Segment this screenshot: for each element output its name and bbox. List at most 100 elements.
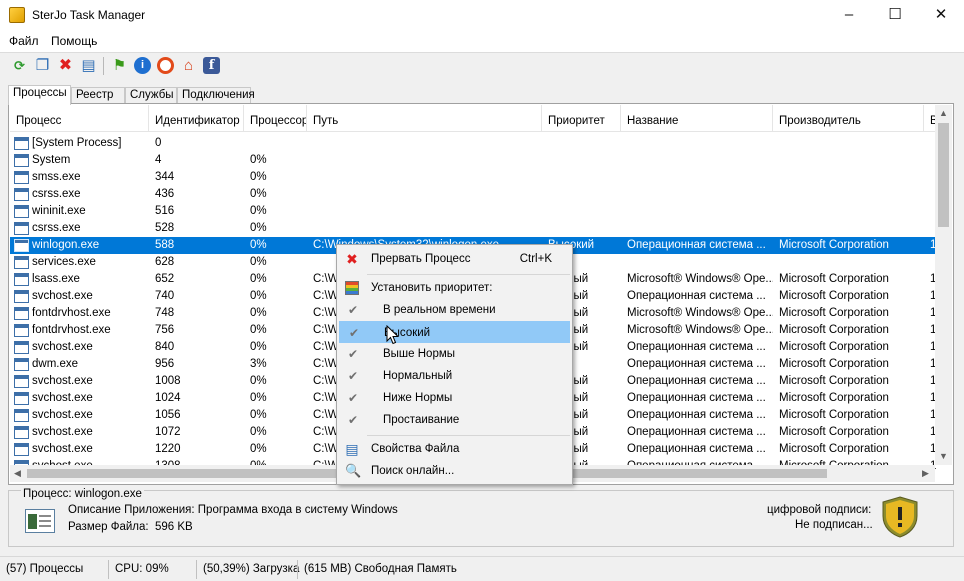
cell-vendor [773, 220, 924, 237]
scroll-right-icon[interactable]: ▶ [922, 468, 929, 479]
cell-name: fontdrvhost.exe [32, 307, 111, 319]
status-bar: (57) Процессы CPU: 09% (50,39%) Загрузка… [0, 556, 964, 581]
cell-path [307, 186, 542, 203]
window-title: SterJo Task Manager [32, 8, 146, 22]
cell-title: Операционная система ... [627, 392, 766, 404]
properties-icon[interactable]: ▤ [80, 57, 97, 74]
title-bar: SterJo Task Manager – ☐ ✕ [0, 0, 964, 31]
column-path[interactable]: Путь [307, 105, 542, 132]
cell-cpu: 0% [250, 239, 267, 251]
cell-pid: 1024 [155, 392, 181, 404]
menu-item-set-priority[interactable]: Установить приоритет: [339, 277, 570, 299]
table-row[interactable]: csrss.exe 528 0% [10, 220, 938, 237]
cell-pid: 344 [155, 171, 175, 183]
tab-services[interactable]: Службы [125, 87, 177, 104]
check-icon: ✔ [349, 326, 360, 340]
cell-vendor: Microsoft Corporation [779, 273, 889, 285]
close-button[interactable]: ✕ [918, 0, 964, 31]
cell-pid: 652 [155, 273, 175, 285]
refresh-icon[interactable]: ⟳ [11, 57, 28, 74]
cell-name: winlogon.exe [32, 239, 100, 251]
cell-title [621, 186, 773, 203]
minimize-button[interactable]: – [826, 0, 872, 31]
column-title[interactable]: Название [621, 105, 773, 132]
cell-pid: 1056 [155, 409, 181, 421]
menu-file[interactable]: Файл [9, 34, 39, 48]
menu-help[interactable]: Помощь [51, 34, 97, 48]
menu-item-search-online[interactable]: 🔍 Поиск онлайн... [339, 460, 570, 482]
cell-name: svchost.exe [32, 341, 93, 353]
cell-cpu: 0% [250, 154, 267, 166]
cell-pid: 1072 [155, 426, 181, 438]
windows-icon[interactable]: ❐ [34, 57, 51, 74]
table-row[interactable]: System 4 0% [10, 152, 938, 169]
cell-vendor: Microsoft Corporation [779, 239, 889, 251]
scroll-up-icon[interactable]: ▲ [939, 108, 948, 118]
cell-pid: 756 [155, 324, 175, 336]
status-separator [297, 560, 298, 579]
cell-vendor: Microsoft Corporation [779, 409, 889, 421]
kill-process-icon[interactable]: ✖ [57, 57, 74, 74]
cell-name: csrss.exe [32, 188, 81, 200]
column-pid[interactable]: Идентификатор [149, 105, 244, 132]
column-cpu[interactable]: Процессор [244, 105, 307, 132]
facebook-icon[interactable]: f [203, 57, 220, 74]
table-row[interactable]: csrss.exe 436 0% [10, 186, 938, 203]
cell-name: services.exe [32, 256, 96, 268]
menu-item-kill-process[interactable]: ✖ Прервать Процесс Ctrl+K [339, 248, 570, 270]
menu-item-priority-below-normal[interactable]: ✔ Ниже Нормы [339, 387, 570, 409]
menu-item-file-properties[interactable]: ▤ Свойства Файла [339, 438, 570, 460]
cell-pid: 516 [155, 205, 175, 217]
check-icon: ✔ [348, 391, 359, 405]
column-priority[interactable]: Приоритет [542, 105, 621, 132]
search-icon: 🔍 [345, 463, 362, 478]
cell-name: lsass.exe [32, 273, 80, 285]
flag-icon[interactable]: ⚑ [111, 57, 128, 74]
column-vendor[interactable]: Производитель [773, 105, 924, 132]
menu-separator [367, 274, 570, 275]
menu-item-priority-normal[interactable]: ✔ Нормальный [339, 365, 570, 387]
tab-registry[interactable]: Реестр [71, 87, 125, 104]
menu-item-label: Простаивание [383, 414, 460, 426]
maximize-button[interactable]: ☐ [872, 0, 918, 31]
check-icon: ✔ [348, 413, 359, 427]
scroll-left-icon[interactable]: ◀ [14, 468, 21, 479]
app-icon [9, 7, 25, 23]
cell-pid: 740 [155, 290, 175, 302]
home-icon[interactable]: ⌂ [180, 57, 197, 74]
cell-vendor: Microsoft Corporation [779, 341, 889, 353]
column-process[interactable]: Процесс [10, 105, 149, 132]
cell-name: svchost.exe [32, 409, 93, 421]
vertical-scrollbar[interactable]: ▲ ▼ [935, 105, 952, 465]
menu-item-label: Нормальный [383, 370, 453, 382]
cell-pid: 1220 [155, 443, 181, 455]
cell-cpu: 0% [250, 392, 267, 404]
info-icon[interactable]: i [134, 57, 151, 74]
status-separator [196, 560, 197, 579]
check-icon: ✔ [348, 303, 359, 317]
help-icon[interactable] [157, 57, 174, 74]
status-free-memory: (615 MB) Свободная Память [304, 563, 457, 575]
table-row[interactable]: [System Process] 0 [10, 135, 938, 152]
table-row[interactable]: wininit.exe 516 0% [10, 203, 938, 220]
tab-connections[interactable]: Подключения [177, 87, 255, 104]
cell-pid: 628 [155, 256, 175, 268]
menu-item-priority-above-normal[interactable]: ✔ Выше Нормы [339, 343, 570, 365]
table-row[interactable]: smss.exe 344 0% [10, 169, 938, 186]
cell-path [307, 135, 542, 152]
cell-title [621, 135, 773, 152]
cell-name: [System Process] [32, 137, 122, 149]
cell-path [307, 152, 542, 169]
cell-cpu: 0% [250, 341, 267, 353]
scroll-down-icon[interactable]: ▼ [939, 451, 948, 461]
info-description: Описание Приложения: Программа входа в с… [68, 504, 398, 516]
info-signature-value: Не подписан... [795, 519, 873, 531]
cell-title [621, 254, 773, 271]
menu-item-priority-high[interactable]: ✔ Высокий [339, 321, 570, 343]
menu-item-priority-idle[interactable]: ✔ Простаивание [339, 409, 570, 431]
tab-processes[interactable]: Процессы [8, 85, 71, 105]
menu-item-priority-realtime[interactable]: ✔ В реальном времени [339, 299, 570, 321]
cell-vendor [773, 254, 924, 271]
vertical-scroll-thumb[interactable] [938, 123, 949, 227]
cell-title: Операционная система ... [627, 290, 766, 302]
